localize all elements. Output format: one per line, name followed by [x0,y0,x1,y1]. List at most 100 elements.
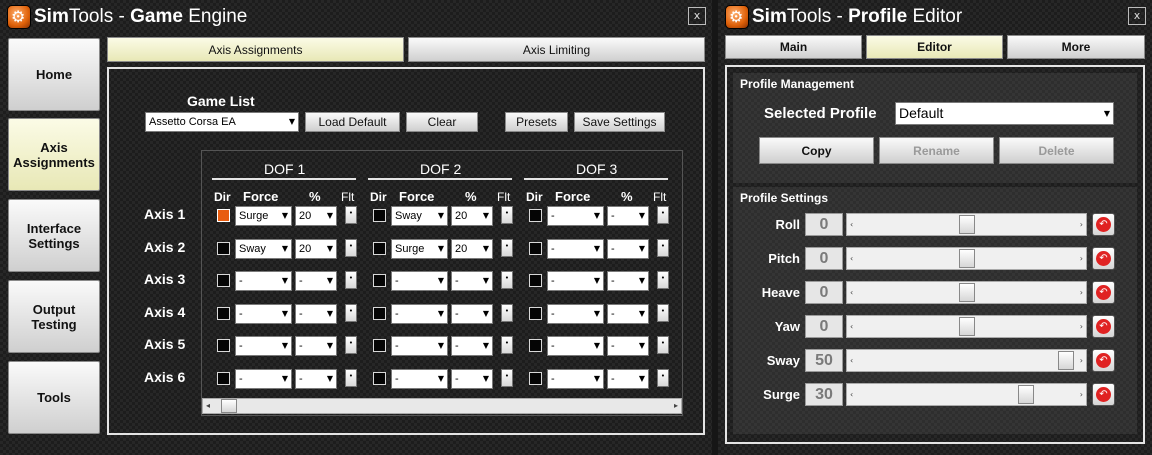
force-select[interactable]: - ▼ [235,303,292,324]
slider-right-icon[interactable]: › [1080,282,1083,303]
selected-profile-select[interactable]: Default ▼ [895,102,1114,125]
delete-button[interactable]: Delete [999,137,1114,164]
profile-slider[interactable]: ‹ › [846,383,1087,406]
dir-checkbox[interactable] [373,339,386,353]
scroll-left-icon[interactable]: ◂ [206,399,210,413]
percent-select[interactable]: - ▼ [607,303,649,324]
dir-checkbox[interactable] [529,339,542,353]
dir-checkbox[interactable] [373,241,386,255]
dir-checkbox[interactable] [217,372,230,385]
dir-checkbox[interactable] [217,241,230,255]
force-select[interactable]: - ▼ [547,336,604,357]
dir-checkbox[interactable] [217,274,230,288]
filter-button[interactable]: • [657,206,669,224]
reset-button[interactable]: ↶ [1092,281,1115,304]
filter-button[interactable]: • [657,238,669,257]
percent-select[interactable]: - ▼ [607,238,649,259]
force-select[interactable]: - ▼ [547,206,604,226]
profile-slider[interactable]: ‹ › [846,281,1087,304]
rename-button[interactable]: Rename [879,137,994,164]
dir-checkbox[interactable] [529,274,542,288]
percent-select[interactable]: 20 ▼ [451,206,493,226]
filter-button[interactable]: • [345,336,357,355]
dir-checkbox[interactable] [217,306,230,320]
percent-select[interactable]: - ▼ [451,336,493,357]
force-select[interactable]: - ▼ [235,336,292,357]
filter-button[interactable]: • [345,271,357,290]
force-select[interactable]: - ▼ [391,369,448,389]
percent-select[interactable]: - ▼ [607,369,649,389]
tab-editor[interactable]: Editor [866,35,1003,59]
dir-checkbox[interactable] [529,209,542,222]
slider-left-icon[interactable]: ‹ [850,350,853,371]
filter-button[interactable]: • [345,369,357,387]
force-select[interactable]: Surge ▼ [391,238,448,259]
filter-button[interactable]: • [345,206,357,224]
scroll-right-icon[interactable]: ▸ [674,399,678,413]
percent-select[interactable]: - ▼ [295,336,337,357]
percent-select[interactable]: - ▼ [295,369,337,389]
slider-thumb[interactable] [959,215,975,234]
slider-left-icon[interactable]: ‹ [850,282,853,303]
force-select[interactable]: - ▼ [547,271,604,292]
slider-thumb[interactable] [959,283,975,302]
percent-select[interactable]: - ▼ [607,336,649,357]
percent-select[interactable]: - ▼ [451,271,493,292]
filter-button[interactable]: • [501,206,513,224]
filter-button[interactable]: • [657,303,669,322]
percent-select[interactable]: 20 ▼ [295,238,337,259]
profile-slider[interactable]: ‹ › [846,247,1087,270]
force-select[interactable]: - ▼ [547,303,604,324]
game-list-select[interactable]: Assetto Corsa EA ▼ [145,112,299,132]
reset-button[interactable]: ↶ [1092,247,1115,270]
dir-checkbox[interactable] [529,241,542,255]
force-select[interactable]: Sway ▼ [235,238,292,259]
filter-button[interactable]: • [501,303,513,322]
slider-right-icon[interactable]: › [1080,350,1083,371]
filter-button[interactable]: • [501,336,513,355]
percent-select[interactable]: - ▼ [607,271,649,292]
percent-select[interactable]: - ▼ [451,303,493,324]
force-select[interactable]: Sway ▼ [391,206,448,226]
force-select[interactable]: - ▼ [391,303,448,324]
slider-left-icon[interactable]: ‹ [850,248,853,269]
percent-select[interactable]: - ▼ [295,271,337,292]
slider-thumb[interactable] [1018,385,1034,404]
force-select[interactable]: - ▼ [547,238,604,259]
slider-thumb[interactable] [959,317,975,336]
slider-thumb[interactable] [1058,351,1074,370]
clear-button[interactable]: Clear [406,112,478,132]
force-select[interactable]: - ▼ [391,336,448,357]
slider-right-icon[interactable]: › [1080,214,1083,235]
percent-select[interactable]: - ▼ [451,369,493,389]
profile-slider[interactable]: ‹ › [846,315,1087,338]
horizontal-scrollbar[interactable]: ◂ ▸ [202,398,682,414]
dir-checkbox[interactable] [529,372,542,385]
filter-button[interactable]: • [345,303,357,322]
slider-right-icon[interactable]: › [1080,248,1083,269]
filter-button[interactable]: • [501,369,513,387]
load-default-button[interactable]: Load Default [305,112,400,132]
tab-axis-limiting[interactable]: Axis Limiting [408,37,705,62]
slider-left-icon[interactable]: ‹ [850,384,853,405]
slider-left-icon[interactable]: ‹ [850,214,853,235]
force-select[interactable]: - ▼ [235,369,292,389]
filter-button[interactable]: • [657,336,669,355]
scroll-thumb[interactable] [221,399,237,413]
slider-right-icon[interactable]: › [1080,316,1083,337]
force-select[interactable]: - ▼ [391,271,448,292]
slider-thumb[interactable] [959,249,975,268]
filter-button[interactable]: • [345,238,357,257]
dir-checkbox[interactable] [217,339,230,353]
percent-select[interactable]: - ▼ [607,206,649,226]
profile-slider[interactable]: ‹ › [846,349,1087,372]
close-icon[interactable]: x [1128,7,1146,25]
nav-tools-button[interactable]: Tools [8,361,100,434]
force-select[interactable]: Surge ▼ [235,206,292,226]
copy-button[interactable]: Copy [759,137,874,164]
nav-home-button[interactable]: Home [8,38,100,111]
percent-select[interactable]: 20 ▼ [295,206,337,226]
tab-main[interactable]: Main [725,35,862,59]
reset-button[interactable]: ↶ [1092,213,1115,236]
dir-checkbox[interactable] [529,306,542,320]
